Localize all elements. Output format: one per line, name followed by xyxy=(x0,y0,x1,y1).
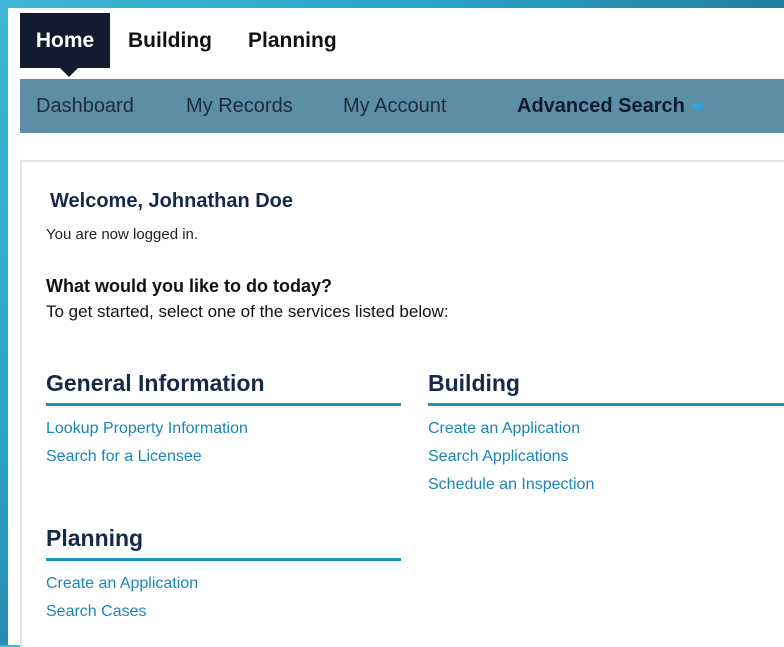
nav-advanced-search-label: Advanced Search xyxy=(517,94,685,117)
caret-down-icon xyxy=(690,104,705,112)
top-tabs: Home Building Planning xyxy=(20,13,355,77)
section-title-general: General Information xyxy=(46,370,401,406)
prompt-question: What would you like to do today? xyxy=(46,276,332,296)
section-building: Building Create an Application Search Ap… xyxy=(428,370,784,499)
nav-advanced-search[interactable]: Advanced Search xyxy=(517,79,705,133)
app-window: Home Building Planning Dashboard My Reco… xyxy=(8,8,784,647)
section-general-information: General Information Lookup Property Info… xyxy=(46,370,401,471)
link-planning-search-cases[interactable]: Search Cases xyxy=(46,598,401,626)
prompt-instructions: To get started, select one of the servic… xyxy=(46,302,449,321)
tab-building[interactable]: Building xyxy=(110,13,230,68)
welcome-heading: Welcome, Johnathan Doe xyxy=(50,190,294,212)
login-status: You are now logged in. xyxy=(46,226,199,243)
link-planning-create-application[interactable]: Create an Application xyxy=(46,570,401,598)
link-building-create-application[interactable]: Create an Application xyxy=(428,415,784,443)
content-panel: Welcome, Johnathan Doe You are now logge… xyxy=(20,160,784,647)
tab-planning[interactable]: Planning xyxy=(230,13,355,68)
section-title-planning: Planning xyxy=(46,525,401,561)
link-building-schedule-inspection[interactable]: Schedule an Inspection xyxy=(428,471,784,499)
nav-dashboard[interactable]: Dashboard xyxy=(36,79,134,133)
tab-home[interactable]: Home xyxy=(20,13,110,77)
sub-navigation: Dashboard My Records My Account Advanced… xyxy=(20,79,784,133)
link-search-licensee[interactable]: Search for a Licensee xyxy=(46,443,401,471)
nav-my-account[interactable]: My Account xyxy=(343,79,446,133)
section-title-building: Building xyxy=(428,370,784,406)
nav-my-records[interactable]: My Records xyxy=(186,79,293,133)
link-lookup-property[interactable]: Lookup Property Information xyxy=(46,415,401,443)
section-planning: Planning Create an Application Search Ca… xyxy=(46,525,401,626)
link-building-search-applications[interactable]: Search Applications xyxy=(428,443,784,471)
